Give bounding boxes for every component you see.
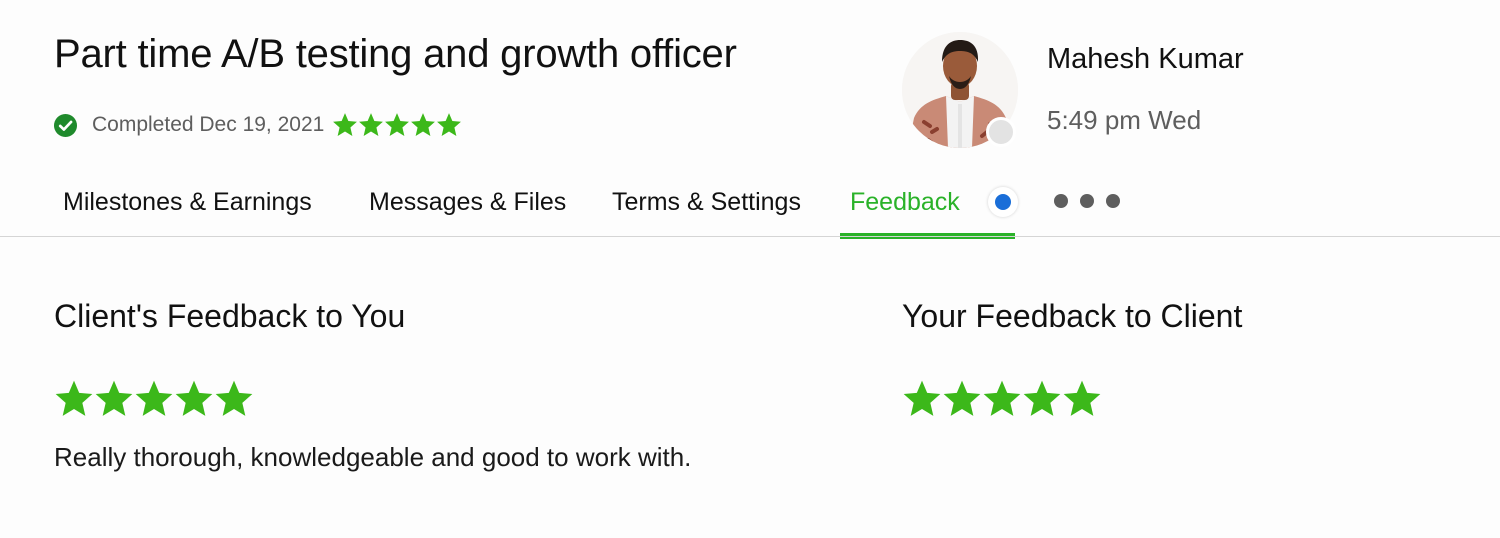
star-icon — [437, 113, 462, 136]
star-icon — [1063, 380, 1101, 416]
client-feedback-comment: Really thorough, knowledgeable and good … — [54, 442, 692, 472]
client-card: Mahesh Kumar 5:49 pm Wed — [902, 32, 1282, 152]
client-local-time: 5:49 pm Wed — [1047, 105, 1202, 135]
tabs-divider — [0, 236, 1500, 237]
page-title: Part time A/B testing and growth officer — [54, 32, 737, 76]
contract-tabs: Milestones & Earnings Messages & Files T… — [0, 178, 1500, 239]
more-dot-icon — [1054, 194, 1068, 208]
star-icon — [175, 380, 213, 416]
check-circle-icon — [54, 113, 77, 137]
contract-page: Part time A/B testing and growth officer… — [0, 0, 1500, 538]
presence-dot-icon — [986, 117, 1016, 147]
star-icon — [55, 380, 93, 416]
client-feedback-rating — [54, 379, 254, 419]
client-name[interactable]: Mahesh Kumar — [1047, 43, 1244, 76]
star-icon — [943, 380, 981, 416]
tab-milestones-earnings[interactable]: Milestones & Earnings — [63, 188, 312, 217]
client-feedback-title: Client's Feedback to You — [54, 298, 406, 334]
job-rating — [332, 112, 462, 138]
contract-status: Completed Dec 19, 2021 — [54, 110, 462, 140]
star-icon — [95, 380, 133, 416]
star-icon — [135, 380, 173, 416]
tab-terms-settings[interactable]: Terms & Settings — [612, 188, 801, 217]
your-feedback-rating — [902, 379, 1102, 419]
star-icon — [359, 113, 384, 136]
star-icon — [215, 380, 253, 416]
star-icon — [385, 113, 410, 136]
star-icon — [983, 380, 1021, 416]
status-text: Completed Dec 19, 2021 — [92, 113, 325, 136]
your-feedback-title: Your Feedback to Client — [902, 298, 1243, 334]
more-dot-icon — [1080, 194, 1094, 208]
more-dot-icon — [1106, 194, 1120, 208]
star-icon — [333, 113, 358, 136]
more-tabs-button[interactable] — [1054, 190, 1120, 212]
tab-messages-files[interactable]: Messages & Files — [369, 188, 566, 217]
star-icon — [1023, 380, 1061, 416]
star-icon — [903, 380, 941, 416]
notification-dot-icon — [988, 187, 1018, 217]
star-icon — [411, 113, 436, 136]
tab-feedback[interactable]: Feedback — [850, 188, 960, 217]
